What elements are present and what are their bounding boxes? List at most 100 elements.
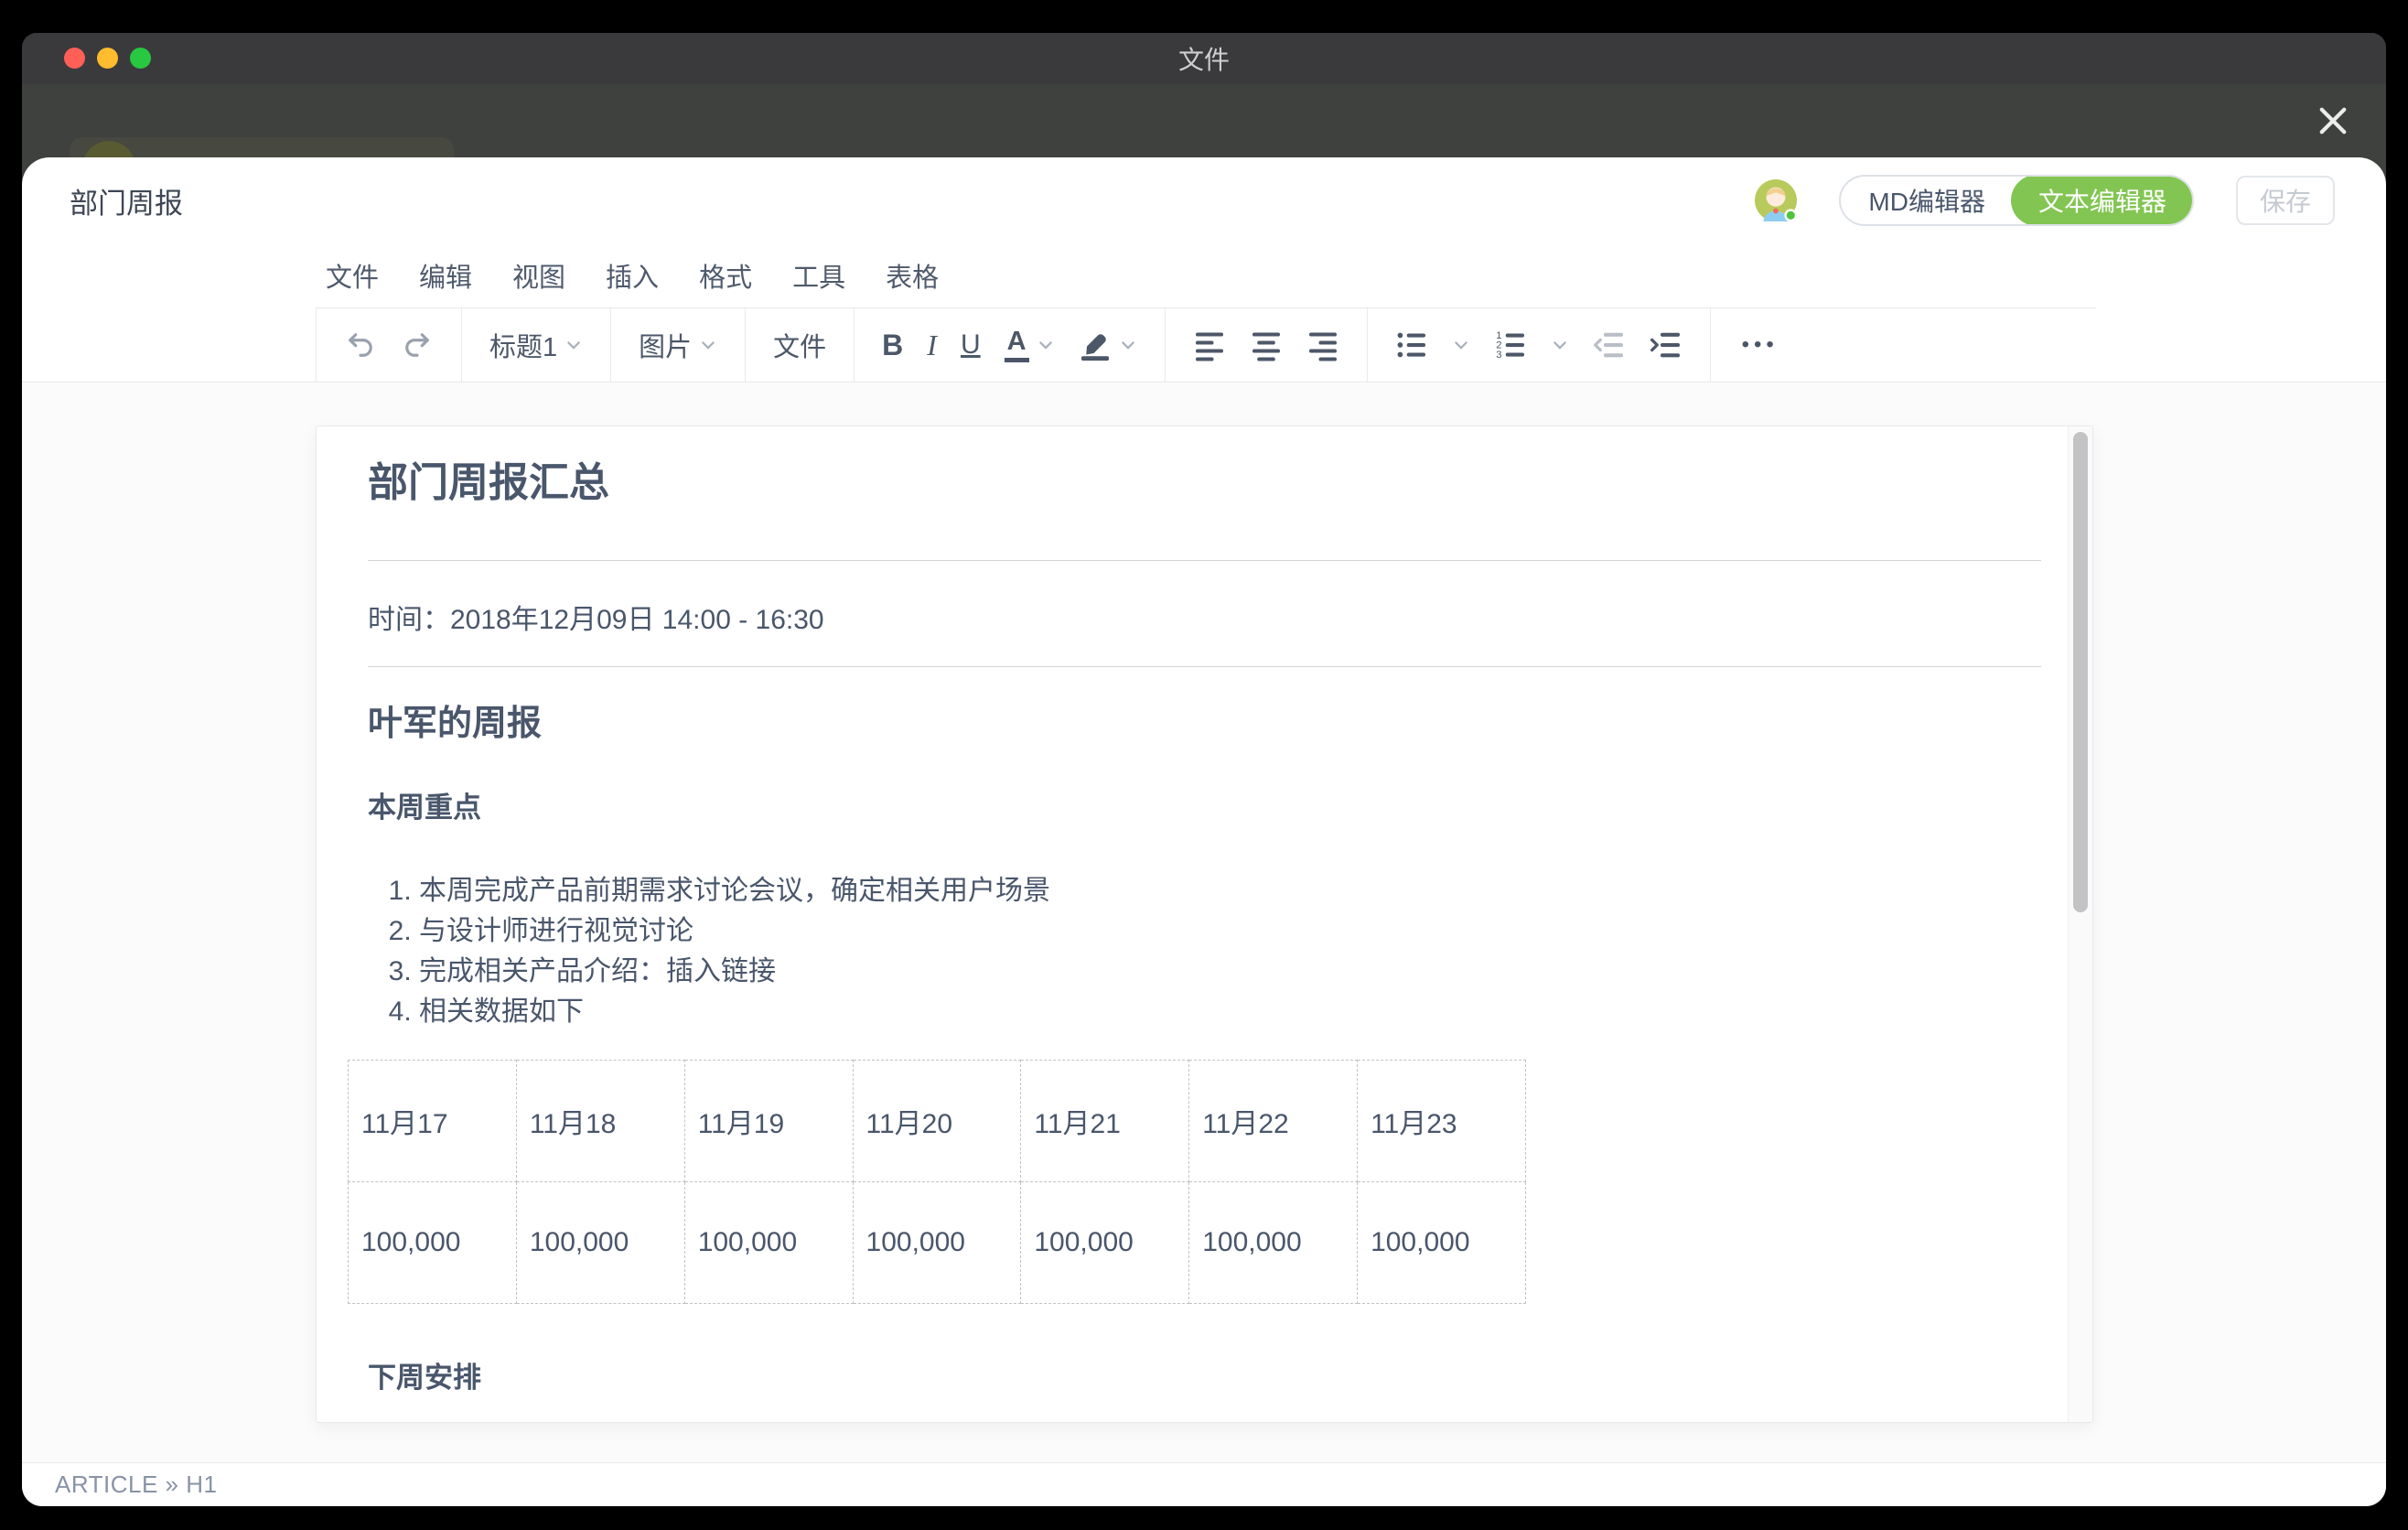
image-dropdown[interactable]: 图片 xyxy=(639,326,717,364)
header-actions: MD编辑器 文本编辑器 保存 xyxy=(1755,175,2335,226)
doc-heading-2[interactable]: 叶军的周报 xyxy=(368,704,2041,746)
svg-text:3: 3 xyxy=(1496,350,1501,361)
status-bar: ARTICLE » H1 xyxy=(22,1462,2386,1506)
indent-icon[interactable] xyxy=(1650,329,1682,361)
undo-icon[interactable] xyxy=(344,329,377,361)
menu-table[interactable]: 表格 xyxy=(886,256,939,295)
document-page[interactable]: 部门周报汇总 时间：2018年12月09日 14:00 - 16:30 叶军的周… xyxy=(316,426,2093,1423)
table-cell[interactable]: 11月18 xyxy=(516,1060,684,1181)
editor-panel: 部门周报 MD编辑器 文本编辑器 保存 xyxy=(22,157,2386,1506)
modal-backdrop xyxy=(22,84,2386,157)
align-group xyxy=(1166,308,1367,382)
chevron-down-icon xyxy=(699,336,717,354)
font-color-button[interactable]: A xyxy=(1005,328,1055,362)
text-editor-tab[interactable]: 文本编辑器 xyxy=(2011,175,2194,226)
horizontal-rule xyxy=(368,666,2041,667)
editor-mode-toggle: MD编辑器 文本编辑器 xyxy=(1839,175,2194,226)
horizontal-rule xyxy=(368,560,2041,561)
image-dropdown-label: 图片 xyxy=(639,326,692,364)
doc-ordered-list: 本周完成产品前期需求讨论会议，确定相关用户场景 与设计师进行视觉讨论 完成相关产… xyxy=(368,871,2041,1032)
heading-dropdown-label: 标题1 xyxy=(489,326,557,364)
table-cell[interactable]: 100,000 xyxy=(1189,1181,1358,1303)
italic-button[interactable]: I xyxy=(927,329,937,362)
table-cell[interactable]: 11月20 xyxy=(853,1060,1021,1181)
chevron-down-icon[interactable] xyxy=(1037,336,1055,354)
table-cell[interactable]: 100,000 xyxy=(684,1181,853,1303)
list-item[interactable]: 与设计师进行视觉讨论 xyxy=(419,911,2041,952)
chevron-down-icon[interactable] xyxy=(1119,336,1137,354)
align-left-icon[interactable] xyxy=(1193,329,1226,361)
table-cell[interactable]: 100,000 xyxy=(516,1181,684,1303)
app-window: 文件 部门周报 xyxy=(22,33,2386,1506)
highlight-button[interactable] xyxy=(1079,329,1137,361)
bullet-list-icon[interactable] xyxy=(1395,329,1428,361)
list-item[interactable]: 本周完成产品前期需求讨论会议，确定相关用户场景 xyxy=(419,871,2041,911)
zoom-window-button[interactable] xyxy=(130,48,151,69)
doc-heading-3[interactable]: 本周重点 xyxy=(368,791,2041,824)
save-button[interactable]: 保存 xyxy=(2236,176,2335,225)
menu-edit[interactable]: 编辑 xyxy=(419,256,472,295)
menu-file[interactable]: 文件 xyxy=(326,256,379,295)
table-cell[interactable]: 100,000 xyxy=(1358,1181,1526,1303)
heading-dropdown[interactable]: 标题1 xyxy=(489,326,583,364)
menu-tools[interactable]: 工具 xyxy=(792,256,845,295)
doc-time-line[interactable]: 时间：2018年12月09日 14:00 - 16:30 xyxy=(368,601,2041,640)
table-cell[interactable]: 100,000 xyxy=(349,1181,517,1303)
close-icon[interactable] xyxy=(2311,99,2355,143)
table-row: 11月17 11月18 11月19 11月20 11月21 11月22 11月2… xyxy=(349,1060,1526,1181)
page-title: 部门周报 xyxy=(70,180,183,221)
chevron-down-icon[interactable] xyxy=(1452,336,1470,354)
window-title: 文件 xyxy=(1178,40,1230,77)
align-right-icon[interactable] xyxy=(1306,329,1339,361)
element-path-breadcrumb: ARTICLE » H1 xyxy=(55,1471,217,1499)
heading-group: 标题1 xyxy=(462,308,610,382)
chevron-down-icon[interactable] xyxy=(1551,336,1569,354)
scrollbar-track[interactable] xyxy=(2068,426,2092,1422)
chevron-down-icon xyxy=(564,336,583,354)
table-cell[interactable]: 11月17 xyxy=(349,1060,517,1181)
table-row: 100,000 100,000 100,000 100,000 100,000 … xyxy=(349,1181,1526,1303)
menu-bar: 文件 编辑 视图 插入 格式 工具 表格 xyxy=(22,243,2386,307)
list-item[interactable]: 完成相关产品介绍：插入链接 xyxy=(419,952,2041,992)
doc-heading-1[interactable]: 部门周报汇总 xyxy=(368,459,2041,508)
table-cell[interactable]: 100,000 xyxy=(853,1181,1021,1303)
redo-icon[interactable] xyxy=(401,329,434,361)
outdent-icon[interactable] xyxy=(1593,329,1626,361)
editor-content-area: 部门周报汇总 时间：2018年12月09日 14:00 - 16:30 叶军的周… xyxy=(22,382,2386,1462)
menu-insert[interactable]: 插入 xyxy=(606,256,659,295)
numbered-list-icon[interactable]: 1 2 3 xyxy=(1494,329,1527,361)
file-button[interactable]: 文件 xyxy=(773,326,826,364)
table-cell[interactable]: 11月19 xyxy=(684,1060,853,1181)
bold-button[interactable]: B xyxy=(882,329,903,362)
table-cell[interactable]: 11月21 xyxy=(1021,1060,1189,1181)
file-group: 文件 xyxy=(746,308,854,382)
more-group: ••• xyxy=(1711,308,1806,382)
user-avatar[interactable] xyxy=(1755,179,1797,221)
menu-view[interactable]: 视图 xyxy=(512,256,565,295)
table-cell[interactable]: 11月23 xyxy=(1358,1060,1526,1181)
table-cell[interactable]: 11月22 xyxy=(1189,1060,1358,1181)
scrollbar-thumb[interactable] xyxy=(2073,432,2088,912)
align-center-icon[interactable] xyxy=(1250,329,1283,361)
traffic-lights xyxy=(64,48,151,69)
list-item[interactable]: 相关数据如下 xyxy=(419,992,2041,1032)
highlighter-icon xyxy=(1079,329,1112,361)
toolbar-box: 标题1 图片 xyxy=(316,307,2096,382)
minimize-window-button[interactable] xyxy=(97,48,118,69)
history-group xyxy=(317,308,461,382)
editor-header: 部门周报 MD编辑器 文本编辑器 保存 xyxy=(22,157,2386,243)
format-group: B I U A xyxy=(855,308,1164,382)
close-window-button[interactable] xyxy=(64,48,85,69)
image-group: 图片 xyxy=(611,308,745,382)
more-options-button[interactable]: ••• xyxy=(1738,332,1779,358)
menu-format[interactable]: 格式 xyxy=(699,256,752,295)
titlebar: 文件 xyxy=(22,33,2386,84)
doc-data-table: 11月17 11月18 11月19 11月20 11月21 11月22 11月2… xyxy=(348,1060,1526,1304)
table-cell[interactable]: 100,000 xyxy=(1021,1181,1189,1303)
font-color-icon: A xyxy=(1005,328,1029,362)
doc-heading-3[interactable]: 下周安排 xyxy=(368,1354,2041,1395)
toolbar: 标题1 图片 xyxy=(22,307,2386,382)
list-group: 1 2 3 xyxy=(1368,308,1710,382)
md-editor-tab[interactable]: MD编辑器 xyxy=(1841,177,2013,224)
underline-button[interactable]: U xyxy=(961,329,981,361)
